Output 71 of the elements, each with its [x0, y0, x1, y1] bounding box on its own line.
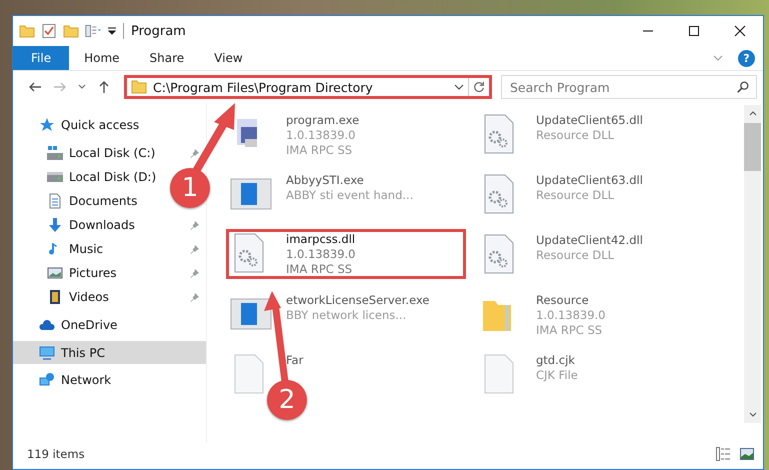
pictures-icon — [47, 265, 63, 281]
file-detail: BBY network licens... — [286, 308, 408, 323]
sidebar-item[interactable]: OneDrive — [61, 318, 118, 332]
sidebar-item[interactable]: Local Disk (C:) — [69, 146, 156, 160]
details-view-icon[interactable] — [715, 446, 731, 462]
file-detail: IMA RPC SS — [286, 143, 354, 158]
file-detail: IMA RPC SS — [286, 262, 354, 277]
sidebar-item[interactable]: Music — [69, 242, 104, 256]
pin-icon[interactable] — [190, 220, 200, 230]
ribbon-tab[interactable]: File — [13, 46, 70, 70]
sidebar-item[interactable]: Quick access — [61, 118, 140, 132]
pin-icon[interactable] — [190, 244, 200, 254]
pin-icon[interactable] — [190, 268, 200, 278]
search-field[interactable]: Search Program — [501, 75, 757, 99]
chevron-down-icon[interactable] — [454, 82, 464, 92]
item-count: 119 items — [27, 447, 86, 461]
address-path: C:\Program Files\Program Directory — [153, 80, 374, 94]
file-name[interactable]: Far — [286, 353, 304, 368]
star-icon — [39, 117, 55, 133]
cloud-icon — [39, 317, 55, 333]
osdrive-icon — [47, 145, 63, 161]
file-name[interactable]: program.exe — [286, 113, 360, 128]
file-detail: Resource DLL — [536, 248, 616, 263]
sidebar-item[interactable]: Network — [61, 373, 112, 387]
file-detail: Resource DLL — [536, 188, 616, 203]
file-name[interactable]: etworkLicenseServer.exe — [286, 293, 430, 308]
file-name[interactable]: imarpcss.dll — [286, 232, 356, 247]
ribbon-tab[interactable]: Home — [69, 46, 135, 70]
folder-icon — [131, 79, 147, 95]
dropdown-icon[interactable] — [107, 26, 117, 36]
ribbon-tab[interactable]: View — [199, 46, 258, 70]
videos-icon — [47, 289, 63, 305]
pc-icon — [39, 344, 55, 360]
large-icons-view-icon[interactable] — [739, 446, 755, 462]
sidebar-item[interactable]: Videos — [69, 290, 109, 304]
file-name[interactable]: UpdateClient63.dll — [536, 173, 643, 188]
sidebar-item[interactable]: Local Disk (D:) — [69, 170, 156, 184]
sidebar-item[interactable]: Downloads — [69, 218, 135, 232]
documents-icon — [47, 193, 63, 209]
help-button[interactable]: ? — [738, 50, 755, 66]
folder-icon[interactable] — [19, 23, 35, 39]
ribbon-tab[interactable]: Share — [134, 46, 200, 70]
file-detail: CJK File — [536, 368, 578, 383]
downloads-icon — [47, 217, 63, 233]
pin-icon[interactable] — [190, 148, 200, 158]
file-detail: IMA RPC SS — [536, 323, 604, 338]
window-title: Program — [131, 24, 187, 38]
file-detail: 1.0.13839.0 — [286, 128, 356, 143]
selected-sidebar-row[interactable]: This PC — [13, 341, 206, 364]
file-detail: Resource DLL — [536, 128, 616, 143]
file-detail: 1.0.13839.0 — [286, 247, 356, 262]
search-icon[interactable] — [736, 80, 750, 94]
sidebar-item[interactable]: Pictures — [69, 266, 117, 280]
file-detail: 1.0.13839.0 — [536, 308, 606, 323]
scrollbar-thumb[interactable] — [744, 123, 761, 171]
checklist-icon[interactable] — [41, 23, 57, 39]
network-icon — [39, 372, 55, 388]
properties-icon[interactable] — [85, 23, 101, 39]
file-name[interactable]: UpdateClient42.dll — [536, 233, 643, 248]
file-name[interactable]: gtd.cjk — [536, 353, 578, 368]
sidebar-item[interactable]: Documents — [69, 194, 138, 208]
file-name[interactable]: UpdateClient65.dll — [536, 113, 643, 128]
sidebar-item[interactable]: This PC — [61, 346, 105, 360]
scrollbar[interactable] — [744, 105, 761, 423]
address-field[interactable]: C:\Program Files\Program Directory — [127, 78, 469, 96]
file-name[interactable]: AbbyySTI.exe — [286, 173, 414, 188]
file-name[interactable]: Resource — [536, 293, 606, 308]
drive-icon — [47, 169, 63, 185]
file-detail: ABBY sti event hand... — [286, 188, 414, 203]
pin-icon[interactable] — [190, 292, 200, 302]
folder-icon[interactable] — [63, 23, 79, 39]
